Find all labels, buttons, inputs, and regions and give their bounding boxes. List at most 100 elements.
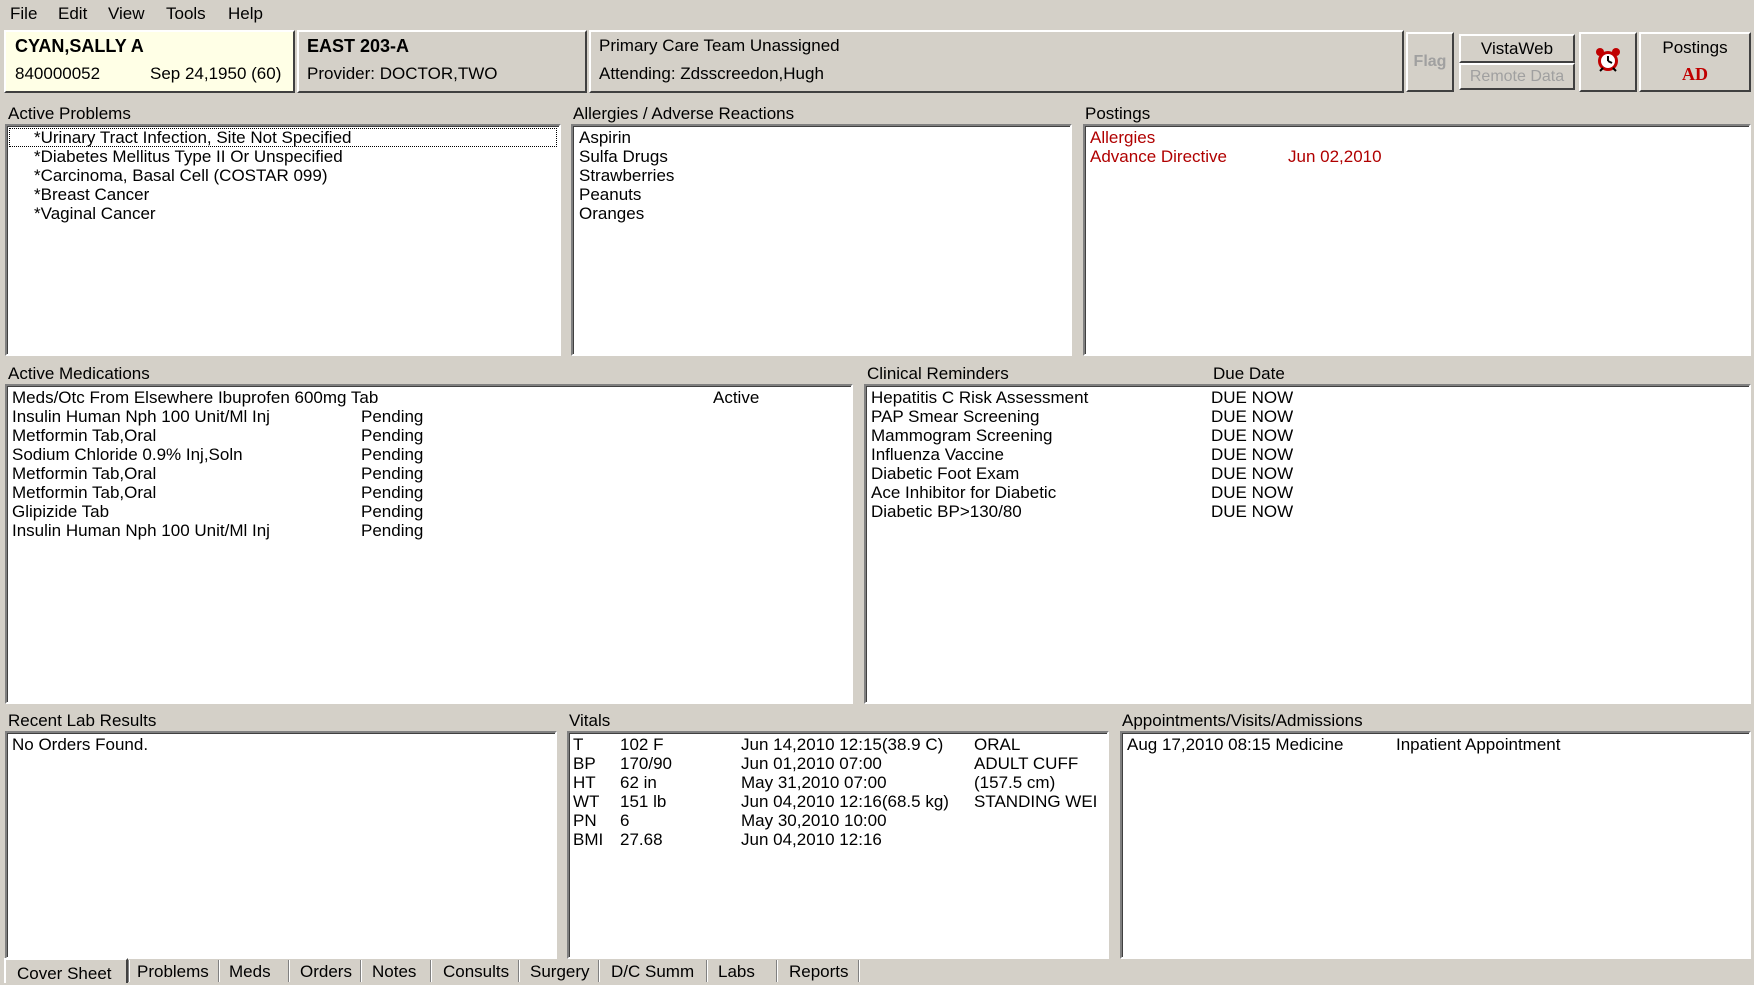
allergy-item[interactable]: Aspirin xyxy=(573,128,1070,147)
posting-item[interactable]: Advance Directive Jun 02,2010 xyxy=(1085,147,1749,166)
tab-consults[interactable]: Consults xyxy=(443,958,509,983)
allergies-list[interactable]: Aspirin Sulfa Drugs Strawberries Peanuts… xyxy=(571,124,1072,356)
reminder-due: DUE NOW xyxy=(1211,483,1294,502)
medication-row[interactable]: Metformin Tab,Oral Pending xyxy=(7,464,851,483)
vital-row[interactable]: T 102 F Jun 14,2010 12:15(38.9 C) ORAL xyxy=(569,735,1107,754)
reminder-row[interactable]: PAP Smear Screening DUE NOW xyxy=(866,407,1749,426)
tab-reports[interactable]: Reports xyxy=(789,958,849,983)
reminder-row[interactable]: Mammogram Screening DUE NOW xyxy=(866,426,1749,445)
menu-edit[interactable]: Edit xyxy=(54,4,91,24)
provider-name: Provider: DOCTOR,TWO xyxy=(307,64,498,83)
appointment-date: Aug 17,2010 08:15 Medicine xyxy=(1127,735,1344,754)
problem-item[interactable]: *Carcinoma, Basal Cell (COSTAR 099) xyxy=(7,166,559,185)
active-problems-list[interactable]: *Urinary Tract Infection, Site Not Speci… xyxy=(5,124,561,356)
primary-care-button[interactable]: Primary Care Team Unassigned Attending: … xyxy=(589,30,1404,93)
reminder-name: Diabetic Foot Exam xyxy=(871,464,1020,483)
medication-name: Meds/Otc From Elsewhere Ibuprofen 600mg … xyxy=(12,388,379,407)
vital-row[interactable]: HT 62 in May 31,2010 07:00 (157.5 cm) xyxy=(569,773,1107,792)
medication-row[interactable]: Insulin Human Nph 100 Unit/Ml Inj Pendin… xyxy=(7,407,851,426)
tab-notes[interactable]: Notes xyxy=(372,958,416,983)
tab-labs[interactable]: Labs xyxy=(718,958,755,983)
tab-orders[interactable]: Orders xyxy=(300,958,352,983)
medication-name: Insulin Human Nph 100 Unit/Ml Inj xyxy=(12,521,270,540)
alarm-clock-icon xyxy=(1594,46,1622,79)
menu-view[interactable]: View xyxy=(104,4,149,24)
reminder-name: Diabetic BP>130/80 xyxy=(871,502,1022,521)
medication-name: Metformin Tab,Oral xyxy=(12,426,157,445)
medication-row[interactable]: Insulin Human Nph 100 Unit/Ml Inj Pendin… xyxy=(7,521,851,540)
tab-surgery[interactable]: Surgery xyxy=(530,958,590,983)
problem-item[interactable]: *Vaginal Cancer xyxy=(7,204,559,223)
tab-dc-summ[interactable]: D/C Summ xyxy=(611,958,694,983)
tab-problems[interactable]: Problems xyxy=(137,958,209,983)
menu-file[interactable]: File xyxy=(6,4,41,24)
appointment-row[interactable]: Aug 17,2010 08:15 Medicine Inpatient App… xyxy=(1122,735,1749,754)
reminder-name: Hepatitis C Risk Assessment xyxy=(871,388,1089,407)
patient-id: 840000052 xyxy=(15,64,101,83)
vistaweb-button[interactable]: VistaWeb xyxy=(1459,34,1575,63)
postings-list[interactable]: Allergies Advance Directive Jun 02,2010 xyxy=(1083,124,1751,356)
reminder-row[interactable]: Influenza Vaccine DUE NOW xyxy=(866,445,1749,464)
allergy-item[interactable]: Oranges xyxy=(573,204,1070,223)
reminder-row[interactable]: Diabetic Foot Exam DUE NOW xyxy=(866,464,1749,483)
medication-row[interactable]: Metformin Tab,Oral Pending xyxy=(7,483,851,502)
flag-button[interactable]: Flag xyxy=(1406,32,1454,92)
tab-cover-sheet[interactable]: Cover Sheet xyxy=(17,960,112,985)
reminders-clock-button[interactable] xyxy=(1579,32,1637,92)
tab-meds[interactable]: Meds xyxy=(229,958,271,983)
allergy-item[interactable]: Sulfa Drugs xyxy=(573,147,1070,166)
labs-title: Recent Lab Results xyxy=(8,711,157,730)
medication-pending: Pending xyxy=(361,426,424,445)
vital-row[interactable]: BP 170/90 Jun 01,2010 07:00 ADULT CUFF xyxy=(569,754,1107,773)
medication-row[interactable]: Glipizide Tab Pending xyxy=(7,502,851,521)
vital-code: PN xyxy=(573,811,597,830)
patient-info-button[interactable]: CYAN,SALLY A 840000052 Sep 24,1950 (60) xyxy=(4,30,295,93)
attending-physician: Attending: Zdsscreedon,Hugh xyxy=(599,64,824,83)
problem-item[interactable]: *Urinary Tract Infection, Site Not Speci… xyxy=(9,128,557,147)
vitals-list[interactable]: T 102 F Jun 14,2010 12:15(38.9 C) ORAL B… xyxy=(567,731,1109,959)
posting-label: Allergies xyxy=(1090,128,1156,147)
vitals-title: Vitals xyxy=(569,711,611,730)
allergy-item[interactable]: Peanuts xyxy=(573,185,1070,204)
lab-item[interactable]: No Orders Found. xyxy=(7,735,555,754)
appointments-list[interactable]: Aug 17,2010 08:15 Medicine Inpatient App… xyxy=(1120,731,1751,959)
medication-row[interactable]: Meds/Otc From Elsewhere Ibuprofen 600mg … xyxy=(7,388,851,407)
allergies-title: Allergies / Adverse Reactions xyxy=(573,104,795,123)
reminder-row[interactable]: Diabetic BP>130/80 DUE NOW xyxy=(866,502,1749,521)
reminder-row[interactable]: Hepatitis C Risk Assessment DUE NOW xyxy=(866,388,1749,407)
medication-status: Active xyxy=(713,388,760,407)
labs-list[interactable]: No Orders Found. xyxy=(5,731,557,959)
allergy-item[interactable]: Strawberries xyxy=(573,166,1070,185)
posting-item[interactable]: Allergies xyxy=(1085,128,1749,147)
reminders-list[interactable]: Hepatitis C Risk Assessment DUE NOW PAP … xyxy=(864,384,1751,704)
reminder-due: DUE NOW xyxy=(1211,426,1294,445)
postings-button[interactable]: Postings AD xyxy=(1639,32,1751,92)
appointments-title: Appointments/Visits/Admissions xyxy=(1122,711,1363,730)
vital-row[interactable]: BMI 27.68 Jun 04,2010 12:16 xyxy=(569,830,1107,849)
reminder-name: Ace Inhibitor for Diabetic xyxy=(871,483,1057,502)
medication-name: Metformin Tab,Oral xyxy=(12,483,157,502)
remote-data-button[interactable]: Remote Data xyxy=(1459,63,1575,90)
medication-pending: Pending xyxy=(361,502,424,521)
reminder-name: Influenza Vaccine xyxy=(871,445,1004,464)
problem-item[interactable]: *Breast Cancer xyxy=(7,185,559,204)
vital-code: BMI xyxy=(573,830,604,849)
vital-value: 62 in xyxy=(620,773,657,792)
problem-item[interactable]: *Diabetes Mellitus Type II Or Unspecifie… xyxy=(7,147,559,166)
reminder-due: DUE NOW xyxy=(1211,464,1294,483)
vital-row[interactable]: PN 6 May 30,2010 10:00 xyxy=(569,811,1107,830)
vital-date: Jun 01,2010 07:00 xyxy=(741,754,882,773)
reminder-row[interactable]: Ace Inhibitor for Diabetic DUE NOW xyxy=(866,483,1749,502)
medication-row[interactable]: Sodium Chloride 0.9% Inj,Soln Pending xyxy=(7,445,851,464)
vital-date: May 30,2010 10:00 xyxy=(741,811,887,830)
encounter-info-button[interactable]: EAST 203-A Provider: DOCTOR,TWO xyxy=(297,30,587,93)
menu-help[interactable]: Help xyxy=(224,4,267,24)
medication-row[interactable]: Metformin Tab,Oral Pending xyxy=(7,426,851,445)
vital-row[interactable]: WT 151 lb Jun 04,2010 12:16(68.5 kg) STA… xyxy=(569,792,1107,811)
menu-tools[interactable]: Tools xyxy=(162,4,210,24)
medications-list[interactable]: Meds/Otc From Elsewhere Ibuprofen 600mg … xyxy=(5,384,853,704)
vital-value: 6 xyxy=(620,811,630,830)
vital-date: Jun 04,2010 12:16 xyxy=(741,830,882,849)
appointment-type: Inpatient Appointment xyxy=(1396,735,1561,754)
medication-pending: Pending xyxy=(361,464,424,483)
